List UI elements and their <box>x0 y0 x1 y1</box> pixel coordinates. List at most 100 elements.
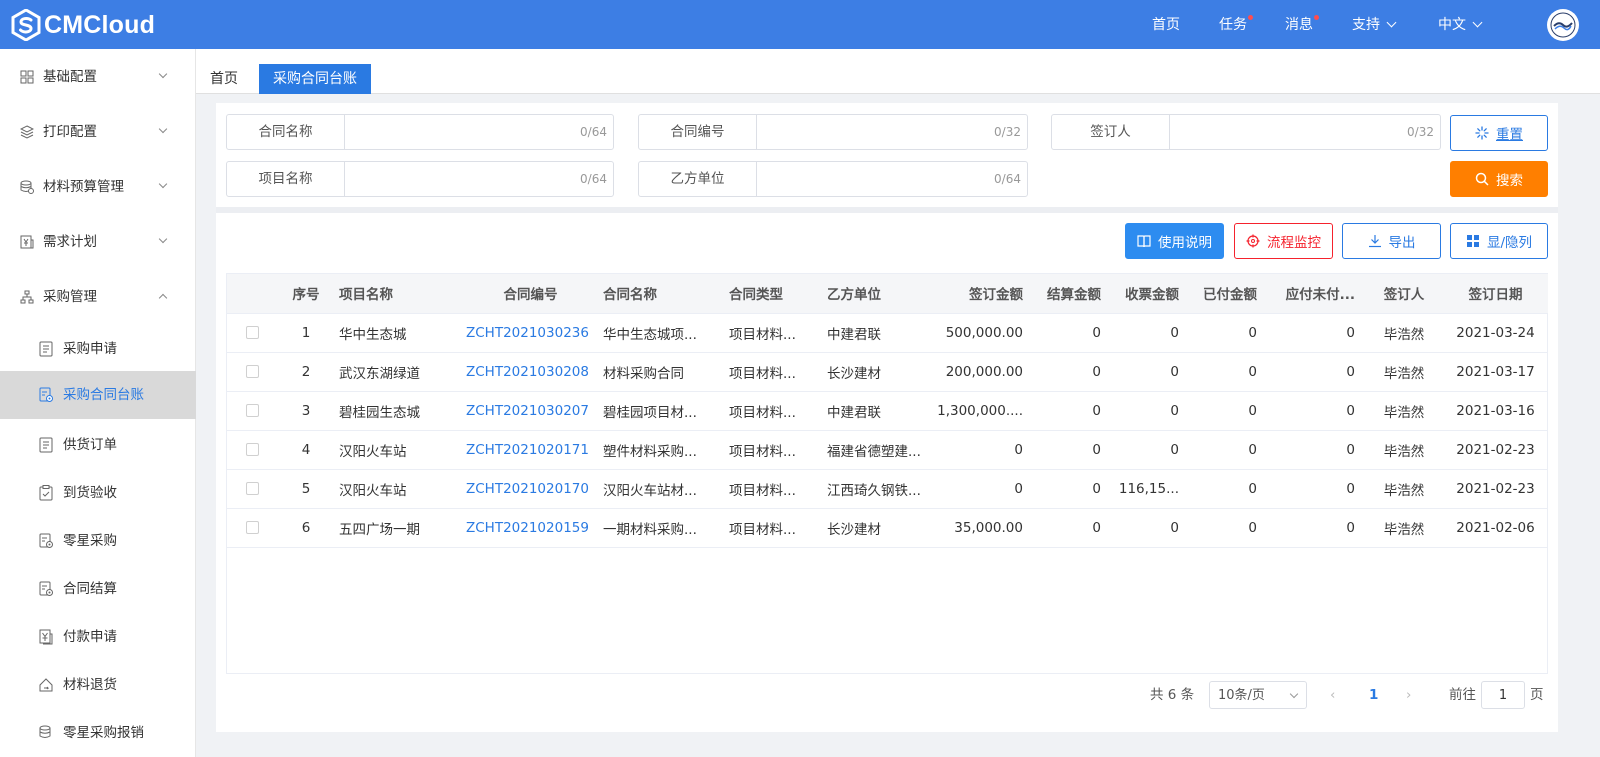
row-checkbox[interactable] <box>245 482 259 495</box>
sidebar-item-procurement[interactable]: 采购管理 <box>0 273 196 321</box>
sidebar-item-budget[interactable]: 材料预算管理 <box>0 163 196 211</box>
yuan-doc-icon <box>39 629 53 645</box>
sidebar-subitem-purchase-request[interactable]: 采购申请 <box>0 327 196 371</box>
table-row[interactable]: 6 五四广场一期 ZCHT2021020159 一期材料采购... 项目材料... 长沙建… <box>227 508 1548 548</box>
sidebar-subitem-label: 供货订单 <box>63 437 117 453</box>
cell-project-name: 汉阳火车站 <box>335 469 462 509</box>
help-button[interactable]: 使用说明 <box>1125 223 1224 259</box>
next-page-button[interactable]: › <box>1406 681 1411 709</box>
sidebar-subitem-arrival-check[interactable]: 到货验收 <box>0 471 196 515</box>
cell-paid-amount: 0 <box>1189 352 1267 392</box>
notification-dot <box>1248 15 1253 20</box>
sidebar-subitem-spot-purchase[interactable]: 零星采购 <box>0 519 196 563</box>
goto-page-input[interactable] <box>1481 681 1525 709</box>
page-suffix-label: 页 <box>1530 687 1544 703</box>
cell-sign-amount: 35,000.00 <box>928 508 1033 548</box>
sidebar-item-print-config[interactable]: 打印配置 <box>0 108 196 156</box>
table-row[interactable]: 5 汉阳火车站 ZCHT2021020170 汉阳火车站材... 项目材料... 江西琦久… <box>227 469 1548 509</box>
project-name-input[interactable] <box>347 163 547 195</box>
sidebar-subitem-spot-reimburse[interactable]: 零星采购报销 <box>0 711 196 755</box>
contract-no-link[interactable]: ZCHT2021020170 <box>462 469 599 509</box>
sidebar-subitem-material-return[interactable]: 材料退货 <box>0 663 196 707</box>
column-header[interactable]: 合同名称 <box>599 274 725 314</box>
column-header[interactable]: 乙方单位 <box>823 274 928 314</box>
column-header[interactable]: 已付金额 <box>1189 274 1267 314</box>
contract-no-link[interactable]: ZCHT2021020159 <box>462 508 599 548</box>
column-header[interactable]: 合同编号 <box>462 274 599 314</box>
contract-no-input[interactable] <box>759 116 959 148</box>
nav-support[interactable]: 支持 <box>1352 16 1397 34</box>
avatar[interactable] <box>1547 9 1579 41</box>
column-header[interactable]: 合同类型 <box>725 274 823 314</box>
table-row[interactable]: 4 汉阳火车站 ZCHT2021020171 塑件材料采购... 项目材料... 福建省德… <box>227 430 1548 470</box>
sidebar-subitem-contract-settlement[interactable]: 合同结算 <box>0 567 196 611</box>
contract-name-input[interactable] <box>347 116 547 148</box>
nav-language[interactable]: 中文 <box>1438 16 1483 34</box>
current-page-number[interactable]: 1 <box>1369 681 1378 709</box>
chevron-down-icon <box>158 234 168 244</box>
row-checkbox[interactable] <box>245 404 259 417</box>
notification-dot <box>1314 15 1319 20</box>
column-header[interactable]: 项目名称 <box>335 274 462 314</box>
download-icon <box>1368 235 1381 248</box>
cell-party-b: 长沙建材 <box>823 352 928 392</box>
row-checkbox[interactable] <box>245 443 259 456</box>
cell-paid-amount: 0 <box>1189 391 1267 431</box>
prev-page-button[interactable]: ‹ <box>1330 681 1335 709</box>
process-monitor-button[interactable]: 流程监控 <box>1234 223 1333 259</box>
row-select-cell <box>227 352 277 392</box>
sidebar-subitem-label: 到货验收 <box>63 485 117 501</box>
tab-contract-ledger[interactable]: 采购合同台账 <box>259 64 371 94</box>
reset-button[interactable]: 重置 <box>1450 115 1548 151</box>
sidebar-subitem-payment-request[interactable]: 付款申请 <box>0 615 196 659</box>
table-row[interactable]: 1 华中生态城 ZCHT2021030236 华中生态城项... 项目材料... 中建君联… <box>227 313 1548 353</box>
column-header[interactable]: 收票金额 <box>1111 274 1189 314</box>
party-b-input[interactable] <box>759 163 959 195</box>
doc-settings-icon <box>39 581 53 596</box>
page-size-select[interactable]: 10条/页 <box>1209 681 1307 709</box>
cell-sign-amount: 0 <box>928 430 1033 470</box>
column-header[interactable]: 签订人 <box>1365 274 1443 314</box>
sidebar-item-demand-plan[interactable]: 需求计划 <box>0 218 196 266</box>
signer-field: 签订人 0/32 <box>1051 114 1441 150</box>
cell-sign-date: 2021-02-06 <box>1443 508 1548 548</box>
nav-tasks[interactable]: 任务 <box>1219 15 1253 34</box>
logo[interactable]: CMCloud <box>10 9 155 41</box>
contract-no-link[interactable]: ZCHT2021030207 <box>462 391 599 431</box>
table-row[interactable]: 3 碧桂园生态城 ZCHT2021030207 碧桂园项目材... 项目材料... 中建君… <box>227 391 1548 431</box>
chevron-down-icon <box>158 69 168 79</box>
sidebar-subitem-contract-ledger[interactable]: 采购合同台账 <box>0 371 196 419</box>
nav-home[interactable]: 首页 <box>1152 16 1180 34</box>
column-header[interactable]: 签订金额 <box>928 274 1033 314</box>
cell-sign-date: 2021-03-17 <box>1443 352 1548 392</box>
cell-signer: 毕浩然 <box>1365 430 1443 470</box>
contract-no-link[interactable]: ZCHT2021030236 <box>462 313 599 353</box>
cell-invoice-amount: 0 <box>1111 391 1189 431</box>
cell-contract-type: 项目材料... <box>725 352 823 392</box>
toggle-columns-button[interactable]: 显/隐列 <box>1450 223 1548 259</box>
char-counter: 0/64 <box>580 125 607 139</box>
sidebar-item-basic-config[interactable]: 基础配置 <box>0 53 196 101</box>
row-checkbox[interactable] <box>245 326 259 339</box>
field-label: 签订人 <box>1052 115 1170 149</box>
contract-no-link[interactable]: ZCHT2021020171 <box>462 430 599 470</box>
column-header[interactable]: 应付未付... <box>1267 274 1365 314</box>
column-header[interactable]: 结算金额 <box>1033 274 1111 314</box>
cell-party-b: 长沙建材 <box>823 508 928 548</box>
nav-tasks-label: 任务 <box>1219 17 1247 33</box>
column-header[interactable]: 签订日期 <box>1443 274 1548 314</box>
sidebar-subitem-supply-order[interactable]: 供货订单 <box>0 423 196 467</box>
row-checkbox[interactable] <box>245 521 259 534</box>
cell-party-b: 中建君联 <box>823 313 928 353</box>
row-checkbox[interactable] <box>245 365 259 378</box>
export-button[interactable]: 导出 <box>1342 223 1441 259</box>
contract-no-link[interactable]: ZCHT2021030208 <box>462 352 599 392</box>
cell-unpaid-amount: 0 <box>1267 352 1365 392</box>
column-header[interactable]: 序号 <box>277 274 335 314</box>
table-row[interactable]: 2 武汉东湖绿道 ZCHT2021030208 材料采购合同 项目材料... 长沙建材 20… <box>227 352 1548 392</box>
signer-input[interactable] <box>1172 116 1372 148</box>
tab-home[interactable]: 首页 <box>196 64 252 94</box>
nav-messages[interactable]: 消息 <box>1285 15 1319 34</box>
contract-no-field: 合同编号 0/32 <box>638 114 1028 150</box>
search-button[interactable]: 搜索 <box>1450 161 1548 197</box>
